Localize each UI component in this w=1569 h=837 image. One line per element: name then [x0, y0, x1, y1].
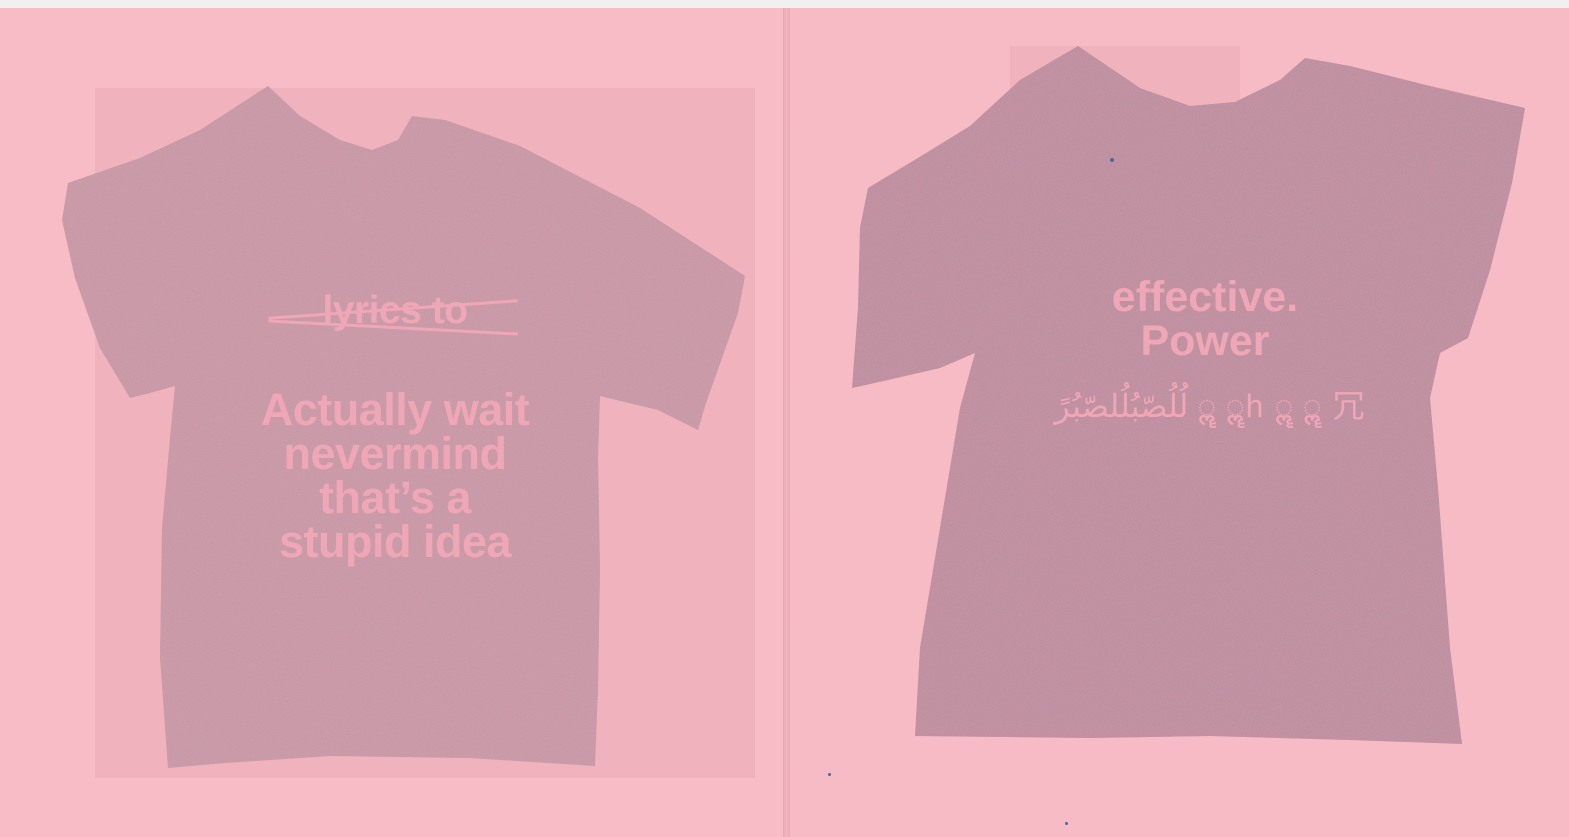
right-page: effective. Power لُلُصّبُلُلصّبُرً ॣॣ ॣॣ… — [790, 8, 1569, 837]
message-line: Actually wait — [260, 384, 530, 435]
glitch-glyph-line: لُلُصّبُلُلصّبُرً ॣॣ ॣॣh ॣॣ ॣॣ 冗 — [1054, 388, 1366, 424]
zine-spread: lyrics to Actually wait nevermind that’s… — [0, 0, 1569, 837]
left-page: lyrics to Actually wait nevermind that’s… — [0, 8, 785, 837]
heading-line: Power — [1140, 316, 1270, 365]
ink-speck — [1065, 822, 1068, 825]
shirt-message: Actually wait nevermind that’s a stupid … — [190, 384, 600, 568]
message-line: stupid idea — [278, 516, 512, 568]
message-line: nevermind — [283, 428, 507, 480]
scan-edge — [0, 0, 1569, 8]
shirt-heading: effective. Power — [1040, 273, 1370, 365]
heading-line: effective. — [1111, 273, 1299, 321]
ink-speck — [828, 773, 831, 776]
ink-speck — [1110, 158, 1114, 162]
message-line: that’s a — [319, 472, 471, 524]
